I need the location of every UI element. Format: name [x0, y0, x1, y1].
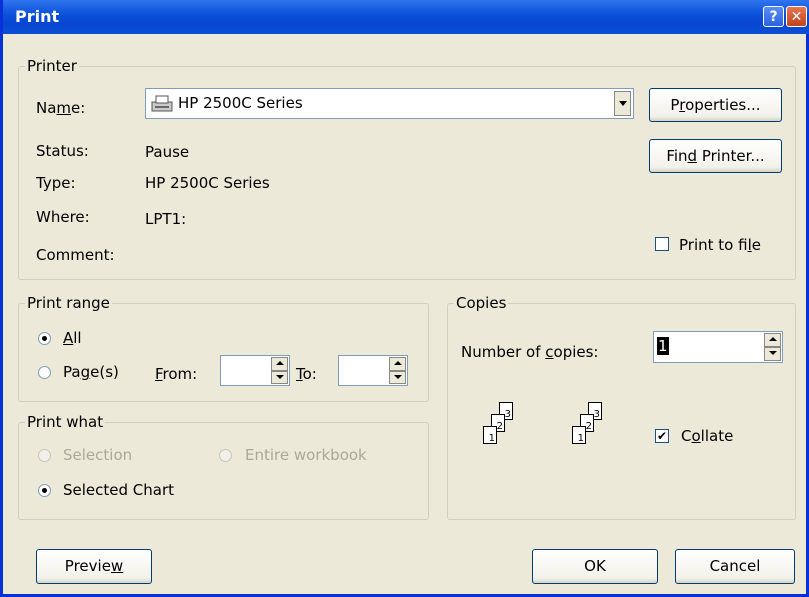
collate-label[interactable]: Collate [681, 427, 733, 445]
selected-chart-label[interactable]: Selected Chart [63, 481, 174, 499]
selection-label[interactable]: Selection [63, 446, 132, 464]
spin-down-icon[interactable] [389, 370, 406, 384]
collate-pages-icon: 3 2 1 [479, 402, 529, 462]
ok-button[interactable]: OK [532, 549, 658, 584]
spin-up-icon[interactable] [271, 357, 288, 371]
from-spinner[interactable] [220, 355, 290, 386]
status-value: Pause [145, 143, 190, 161]
printer-name-combo[interactable]: HP 2500C Series [145, 88, 634, 119]
print-to-file-label[interactable]: Print to file [679, 236, 761, 254]
copies-legend: Copies [454, 294, 509, 312]
type-label: Type: [36, 174, 76, 192]
printer-icon [151, 95, 173, 112]
where-label: Where: [36, 208, 90, 226]
find-printer-button[interactable]: Find Printer... [649, 139, 782, 173]
type-value: HP 2500C Series [145, 174, 270, 192]
title-bar[interactable]: Print ? ✕ [3, 0, 809, 34]
to-label: To: [296, 365, 317, 383]
number-of-copies-value[interactable]: 1 [657, 337, 669, 355]
selected-chart-radio[interactable] [38, 484, 51, 497]
print-to-file-checkbox[interactable] [655, 237, 669, 251]
to-spinner[interactable] [338, 355, 408, 386]
number-of-copies-spinner[interactable]: 1 [653, 331, 783, 363]
close-icon[interactable]: ✕ [786, 6, 807, 27]
where-value: LPT1: [145, 210, 187, 228]
dialog-title: Print [15, 7, 60, 26]
print-what-legend: Print what [25, 413, 106, 431]
properties-button[interactable]: Properties... [649, 88, 782, 122]
print-dialog: Print ? ✕ Printer Name: HP 2500C Series … [0, 0, 809, 597]
name-label: Name: [36, 99, 86, 117]
spin-up-icon[interactable] [764, 333, 781, 347]
print-range-legend: Print range [25, 294, 112, 312]
status-label: Status: [36, 142, 89, 160]
dropdown-arrow-icon[interactable] [614, 91, 631, 116]
page-number: 1 [577, 433, 584, 444]
all-label[interactable]: All [63, 329, 82, 347]
spin-up-icon[interactable] [389, 357, 406, 371]
pages-radio[interactable] [38, 366, 51, 379]
page-number: 1 [488, 433, 495, 444]
collate-checkbox[interactable]: ✔ [655, 429, 669, 443]
entire-workbook-radio[interactable] [219, 449, 232, 462]
print-range-group: Print range [18, 295, 429, 402]
comment-label: Comment: [36, 246, 115, 264]
printer-group-legend: Printer [25, 57, 79, 75]
spin-down-icon[interactable] [271, 370, 288, 384]
pages-label[interactable]: Page(s) [63, 363, 119, 381]
printer-name-value: HP 2500C Series [178, 94, 303, 112]
selection-radio[interactable] [38, 449, 51, 462]
print-what-group: Print what [18, 414, 429, 520]
collate-pages-icon: 3 2 1 [568, 402, 618, 462]
cancel-button[interactable]: Cancel [675, 549, 795, 584]
preview-button[interactable]: Preview [36, 549, 152, 584]
entire-workbook-label[interactable]: Entire workbook [245, 446, 367, 464]
all-radio[interactable] [38, 332, 51, 345]
number-of-copies-label: Number of copies: [461, 343, 599, 361]
from-label: From: [155, 365, 198, 383]
spin-down-icon[interactable] [764, 347, 781, 361]
help-icon[interactable]: ? [763, 6, 784, 27]
